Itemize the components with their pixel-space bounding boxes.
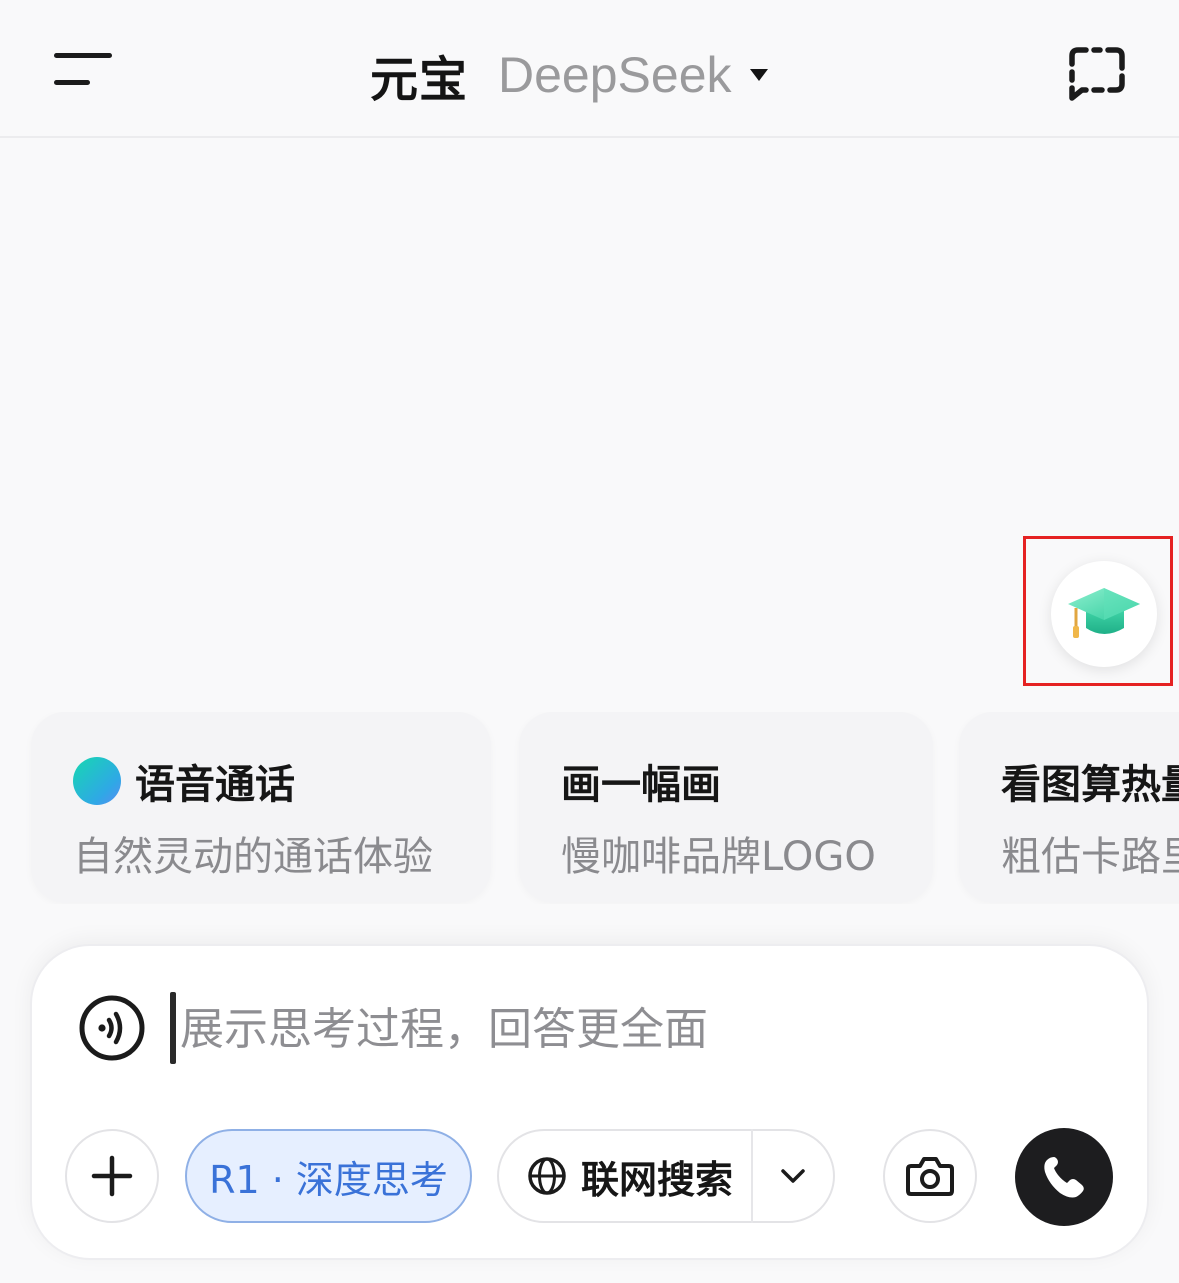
menu-button[interactable] (50, 48, 120, 96)
card-title: 画一幅画 (561, 762, 721, 808)
card-title: 语音通话 (135, 762, 295, 808)
text-cursor (170, 992, 176, 1064)
card-draw-picture[interactable]: 画一幅画 慢咖啡品牌LOGO (519, 712, 933, 902)
app-title: 元宝 (370, 52, 469, 108)
voice-call-button[interactable] (1015, 1128, 1113, 1226)
card-title-row: 看图算热量 (1001, 752, 1179, 810)
caret-down-icon (749, 69, 768, 81)
card-subtitle: 粗估卡路里 (1001, 834, 1179, 880)
globe-icon (528, 1157, 566, 1195)
web-search-toggle[interactable]: 联网搜索 (499, 1131, 751, 1221)
voice-orb-icon (73, 757, 121, 805)
card-voice-call[interactable]: 语音通话 自然灵动的通话体验 (31, 712, 491, 902)
message-input[interactable] (180, 996, 1040, 1062)
model-selector[interactable]: 元宝 DeepSeek (370, 40, 768, 110)
card-calorie-estimate[interactable]: 看图算热量 粗估卡路里 (959, 712, 1179, 902)
camera-button[interactable] (883, 1129, 977, 1223)
suggestion-cards: 语音通话 自然灵动的通话体验 画一幅画 慢咖啡品牌LOGO 看图算热量 粗估卡路… (0, 712, 1179, 904)
web-search-label: 联网搜索 (581, 1157, 734, 1202)
new-chat-button[interactable] (1064, 42, 1130, 108)
plus-icon (91, 1155, 133, 1197)
chevron-down-icon (781, 1169, 805, 1183)
top-bar: 元宝 DeepSeek (0, 0, 1179, 138)
card-title-row: 语音通话 (73, 752, 491, 810)
voice-wave-icon (79, 995, 145, 1061)
web-search-control: 联网搜索 (497, 1129, 835, 1223)
card-subtitle: 慢咖啡品牌LOGO (561, 834, 876, 880)
phone-icon (1044, 1157, 1084, 1198)
card-subtitle: 自然灵动的通话体验 (73, 834, 433, 880)
card-title-row: 画一幅画 (561, 752, 933, 810)
message-composer: R1 · 深度思考 联网搜索 (30, 944, 1149, 1260)
new-chat-icon (1069, 47, 1125, 101)
camera-icon (906, 1157, 954, 1196)
deep-think-label: R1 · 深度思考 (209, 1157, 448, 1202)
search-options-dropdown[interactable] (753, 1131, 833, 1221)
add-attachment-button[interactable] (65, 1129, 159, 1223)
deep-think-toggle[interactable]: R1 · 深度思考 (185, 1129, 472, 1223)
graduation-cap-icon (1068, 588, 1140, 638)
education-assistant-button[interactable] (1051, 561, 1157, 667)
voice-input-button[interactable] (78, 994, 146, 1062)
model-name: DeepSeek (498, 47, 732, 103)
card-title: 看图算热量 (1001, 762, 1179, 808)
